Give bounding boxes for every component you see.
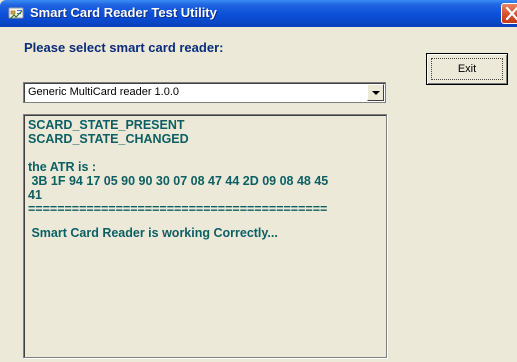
log-atr-bytes-line1: 3B 1F 94 17 05 90 90 30 07 08 47 44 2D 0… xyxy=(28,174,329,188)
title-bar[interactable]: Smart Card Reader Test Utility xyxy=(0,0,517,27)
reader-select-value: Generic MultiCard reader 1.0.0 xyxy=(28,86,180,98)
log-state-changed: SCARD_STATE_CHANGED xyxy=(28,132,189,146)
smart-card-app-icon xyxy=(8,5,24,21)
close-button[interactable] xyxy=(501,3,517,24)
output-log[interactable]: SCARD_STATE_PRESENT SCARD_STATE_CHANGED … xyxy=(23,114,387,358)
log-blank-line xyxy=(28,216,382,226)
log-separator: ========================================… xyxy=(28,202,328,216)
log-blank-line xyxy=(28,146,382,160)
log-state-present: SCARD_STATE_PRESENT xyxy=(28,118,185,132)
app-window: Smart Card Reader Test Utility Please se… xyxy=(0,0,517,362)
exit-button[interactable]: Exit xyxy=(426,53,508,85)
log-atr-label: the ATR is : xyxy=(28,160,97,174)
reader-select-dropdown[interactable]: Generic MultiCard reader 1.0.0 xyxy=(23,82,386,103)
close-icon xyxy=(505,6,517,21)
reader-select-prompt: Please select smart card reader: xyxy=(24,40,224,55)
log-atr-bytes-line2: 41 xyxy=(28,188,42,202)
dropdown-arrow-icon[interactable] xyxy=(367,84,384,101)
exit-button-label: Exit xyxy=(457,63,477,75)
log-status: Smart Card Reader is working Correctly..… xyxy=(28,226,278,240)
window-title: Smart Card Reader Test Utility xyxy=(30,5,217,20)
